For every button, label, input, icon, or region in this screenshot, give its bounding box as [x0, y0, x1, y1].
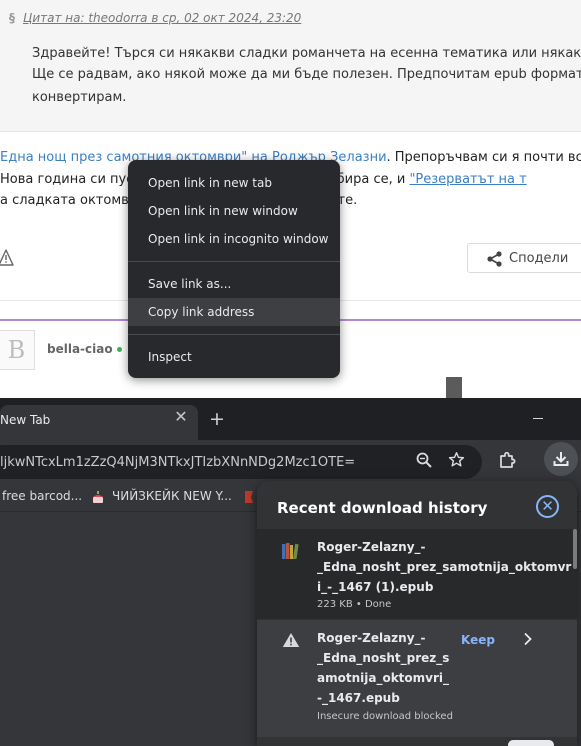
new-tab-button[interactable]: +	[207, 406, 227, 432]
username-text[interactable]: bella-ciao	[47, 342, 113, 356]
books-icon	[282, 543, 299, 560]
post-text: . Препоръчвам си я почти всяка год	[386, 150, 581, 165]
download-item[interactable]: Roger-Zelazny_- _Edna_nosht_prez_samotni…	[257, 529, 577, 619]
download-filename-line: i_-_1467 (1).epub	[317, 580, 434, 594]
downloads-header: Recent download history	[277, 499, 488, 517]
warning-icon	[282, 633, 300, 647]
bottom-pill	[508, 740, 554, 746]
download-filename-line: amotnija_oktomvri_	[317, 671, 450, 685]
tab-new-tab[interactable]: New Tab ✕	[0, 405, 198, 440]
download-filename-line: Roger-Zelazny_-	[317, 540, 426, 554]
quote-text-line: конвертирам.	[32, 90, 127, 105]
screen: § Цитат на: theodorra в ср, 02 окт 2024, …	[0, 0, 581, 746]
download-filename-line: _Edna_nosht_prez_samotnija_oktomvr	[317, 560, 572, 574]
minimize-icon[interactable]	[533, 418, 543, 419]
url-text[interactable]: ljkwNTcxLm1zZzQ4NjM3NTkxJTIzbXNnNDg2Mzc1…	[0, 455, 355, 470]
online-status-dot	[116, 347, 122, 352]
toolbar: ljkwNTcxLm1zZzQ4NjM3NTkxJTIzbXNnNDg2Mzc1…	[0, 440, 581, 480]
share-icon	[487, 251, 502, 267]
report-warning-icon[interactable]	[0, 248, 14, 268]
extensions-icon[interactable]	[498, 451, 516, 469]
menu-item-save-link[interactable]: Save link as...	[128, 270, 340, 298]
bookmark-star-icon[interactable]	[448, 451, 465, 468]
bookmark-item[interactable]: ЧИЙЗКЕЙК NEW Y...	[112, 489, 232, 503]
download-filename-line: _Edna_nosht_prez_s	[317, 651, 450, 665]
share-button[interactable]: Сподели	[467, 243, 581, 273]
keep-button[interactable]: Keep	[461, 633, 495, 647]
tab-title: New Tab	[0, 413, 51, 427]
book-link-2[interactable]: "Резерватът на т	[409, 172, 526, 187]
share-label: Сподели	[509, 251, 569, 266]
close-icon[interactable]: ✕	[173, 409, 189, 425]
bookmark-item[interactable]: free barcod...	[2, 489, 82, 503]
post-text: Нова година си пуска	[0, 172, 150, 187]
address-bar[interactable]: ljkwNTcxLm1zZzQ4NjM3NTkxJTIzbXNnNDg2Mzc1…	[0, 445, 482, 479]
menu-item-inspect[interactable]: Inspect	[128, 343, 340, 371]
download-filename-line: Roger-Zelazny_-	[317, 631, 426, 645]
download-status: 223 KB • Done	[317, 599, 392, 610]
tab-strip: New Tab ✕ +	[0, 398, 581, 440]
chevron-right-icon[interactable]	[523, 632, 533, 646]
menu-item-copy-link[interactable]: Copy link address	[128, 298, 340, 326]
downloads-panel: Recent download history ✕ Roger-Zelazny_…	[257, 481, 577, 746]
download-status: Insecure download blocked	[317, 711, 453, 722]
quote-text-line: Ще се радвам, ако някой може да ми бъде …	[32, 67, 581, 82]
bookmark-favicon-icon	[245, 491, 253, 503]
quote-citation[interactable]: § Цитат на: theodorra в ср, 02 окт 2024, …	[9, 11, 301, 25]
quote-citation-text[interactable]: Цитат на: theodorra в ср, 02 окт 2024, 2…	[23, 11, 301, 25]
menu-item-open-incognito[interactable]: Open link in incognito window	[128, 225, 340, 253]
quote-icon: §	[9, 11, 15, 25]
cake-icon	[93, 491, 103, 503]
download-filename-line: -_1467.epub	[317, 691, 400, 705]
post-text: а сладката октомвр	[0, 193, 138, 208]
context-menu: Open link in new tab Open link in new wi…	[128, 160, 340, 378]
download-item-blocked[interactable]: Roger-Zelazny_- _Edna_nosht_prez_s amotn…	[257, 620, 577, 737]
menu-item-open-new-tab[interactable]: Open link in new tab	[128, 169, 340, 197]
menu-item-open-new-window[interactable]: Open link in new window	[128, 197, 340, 225]
username[interactable]: bella-ciao	[47, 342, 122, 356]
panel-scrollbar[interactable]	[573, 529, 577, 569]
avatar[interactable]: B	[0, 330, 35, 370]
quote-block: § Цитат на: theodorra в ср, 02 окт 2024, …	[0, 0, 581, 132]
quote-text-line: Здравейте! Търся си някакви сладки роман…	[32, 46, 581, 61]
close-icon[interactable]: ✕	[536, 495, 559, 518]
menu-separator	[128, 334, 340, 335]
downloads-button[interactable]	[544, 442, 578, 476]
download-icon	[553, 452, 569, 466]
menu-separator	[128, 261, 340, 262]
zoom-icon[interactable]	[416, 452, 432, 468]
